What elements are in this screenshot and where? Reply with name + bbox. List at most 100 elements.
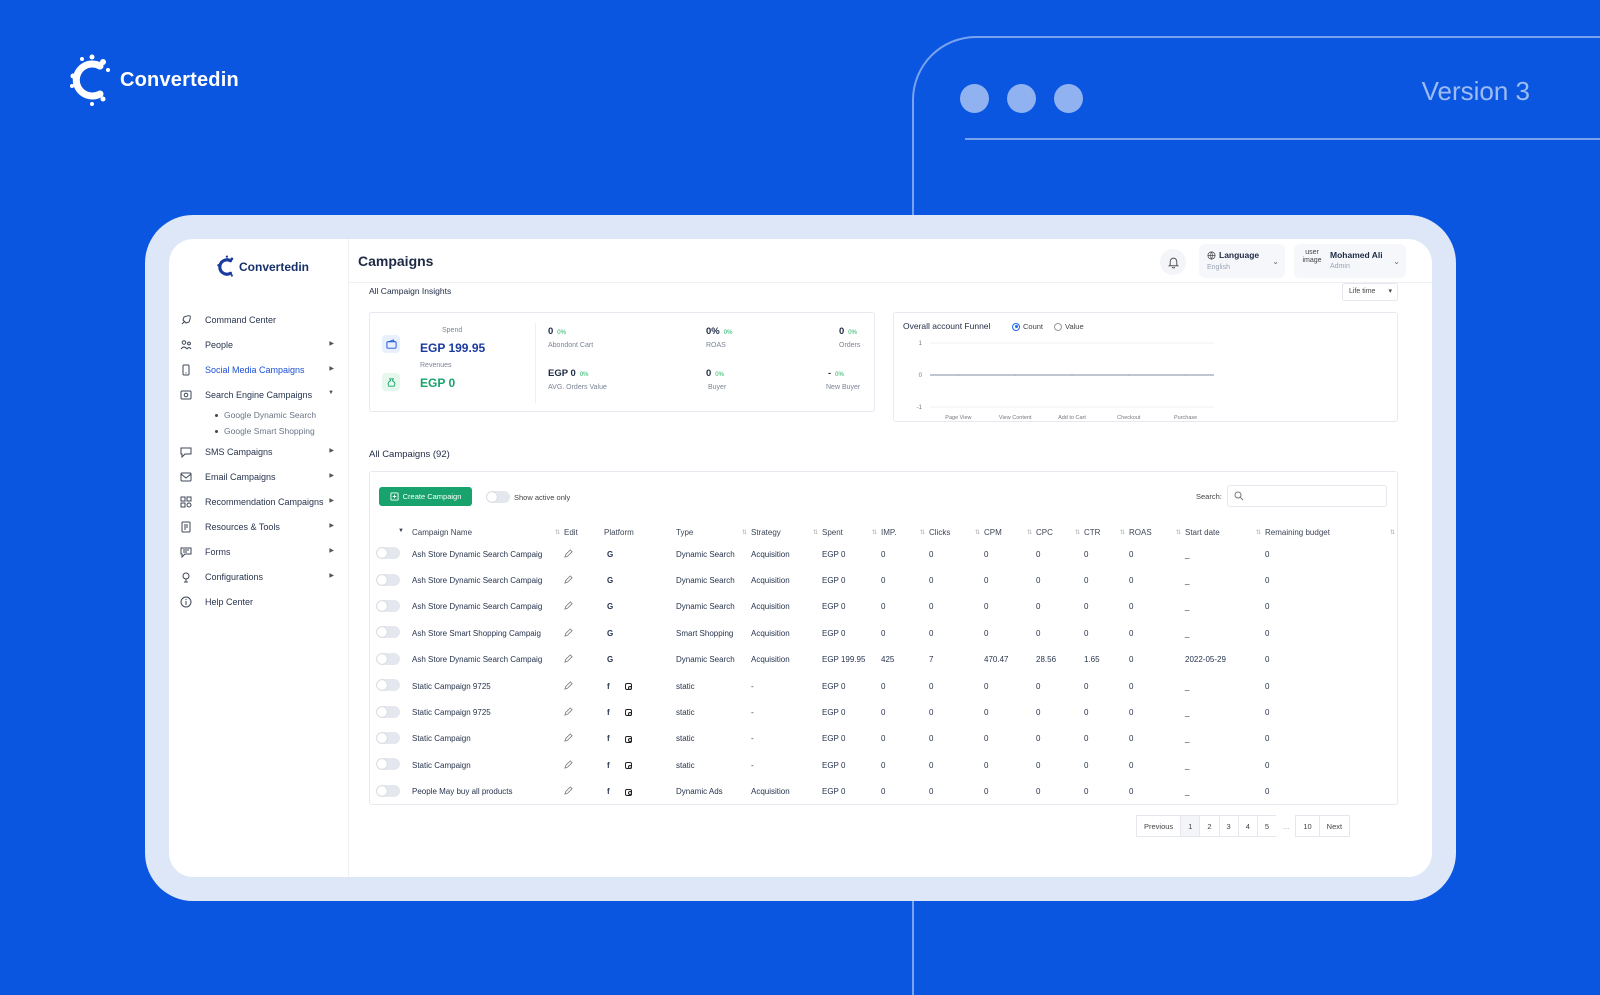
column-header-clicks[interactable]: Clicks: [929, 524, 984, 541]
row-status-toggle[interactable]: [376, 758, 400, 771]
sidebar-item-search-engine-campaigns[interactable]: Search Engine Campaigns ▼: [179, 382, 348, 407]
sidebar-item-recommendation-campaigns[interactable]: Recommendation Campaigns ▶: [179, 489, 348, 514]
sidebar-item-help-center[interactable]: Help Center: [179, 589, 348, 614]
column-header-start-date[interactable]: Start date: [1185, 524, 1265, 541]
instagram-icon: [625, 788, 632, 796]
column-header-campaign-name[interactable]: Campaign Name: [412, 524, 564, 541]
pagination-page-1[interactable]: 1: [1180, 815, 1201, 837]
pencil-icon[interactable]: [564, 760, 573, 769]
table-row[interactable]: Static Campaign 9725 f static - EGP 0 0 0 0 0 0 0 _…: [370, 673, 1399, 699]
pagination-page-5[interactable]: 5: [1256, 815, 1278, 837]
column-header-imp[interactable]: IMP.: [881, 524, 929, 541]
pencil-icon[interactable]: [564, 628, 573, 637]
column-header-cpc[interactable]: CPC: [1036, 524, 1084, 541]
row-status-toggle[interactable]: [376, 626, 400, 639]
cell-name: Static Campaign: [412, 734, 471, 744]
sidebar-item-email-campaigns[interactable]: Email Campaigns ▶: [179, 464, 348, 489]
pencil-icon[interactable]: [564, 707, 573, 716]
sidebar-item-command-center[interactable]: Command Center: [179, 307, 348, 332]
cell-imp: 0: [881, 708, 886, 718]
toggle-switch[interactable]: [486, 491, 510, 503]
column-header-remaining-budget[interactable]: Remaining budget: [1265, 524, 1399, 541]
sidebar-item-social-media-campaigns[interactable]: Social Media Campaigns ▶: [179, 357, 348, 382]
search-input[interactable]: [1227, 485, 1387, 507]
column-header-roas[interactable]: ROAS: [1129, 524, 1185, 541]
table-row[interactable]: Static Campaign f static - EGP 0 0 0 0 0 0 0 _ 0: [370, 726, 1399, 752]
cell-ctr: 0: [1084, 549, 1089, 559]
row-status-toggle[interactable]: [376, 573, 400, 586]
pagination-previous[interactable]: Previous: [1136, 815, 1182, 837]
language-selector[interactable]: Language English ⌄: [1199, 244, 1285, 278]
radio-value[interactable]: Value: [1054, 322, 1084, 331]
row-status-toggle[interactable]: [376, 547, 400, 560]
cell-ctr: 0: [1084, 681, 1089, 691]
pagination: Previous 1 2 3 4 5 ... 10 Next: [1136, 815, 1351, 837]
pencil-icon[interactable]: [564, 786, 573, 795]
row-status-toggle[interactable]: [376, 652, 400, 665]
cell-strategy: Acquisition: [751, 549, 790, 559]
cell-ctr: 0: [1084, 602, 1089, 612]
column-header-cpm[interactable]: CPM: [984, 524, 1036, 541]
pencil-icon[interactable]: [564, 654, 573, 663]
sidebar-item-label: Help Center: [205, 596, 254, 607]
table-row[interactable]: Ash Store Dynamic Search Campaig G Dynamic…: [370, 647, 1399, 673]
pencil-icon[interactable]: [564, 680, 573, 690]
pagination-page-4[interactable]: 4: [1237, 815, 1258, 837]
pencil-icon[interactable]: [564, 601, 573, 611]
sidebar-item-resources-tools[interactable]: Resources & Tools ▶: [179, 514, 348, 539]
cell-roas: 0: [1129, 787, 1134, 797]
row-status-toggle-cell: [370, 699, 412, 725]
cell-spent: EGP 0: [822, 628, 846, 638]
show-active-toggle[interactable]: Show active only: [486, 491, 570, 503]
sidebar: Convertedin Command Center People ▶ Soci…: [169, 239, 349, 877]
pagination-page-last[interactable]: 10: [1295, 815, 1320, 837]
table-row[interactable]: Ash Store Dynamic Search Campaig G Dynamic…: [370, 541, 1399, 567]
sidebar-item-configurations[interactable]: Configurations ▶: [179, 564, 348, 589]
sidebar-subitem-google-smart-shopping[interactable]: Google Smart Shopping: [215, 423, 348, 439]
row-status-toggle[interactable]: [376, 731, 400, 744]
sidebar-item-people[interactable]: People ▶: [179, 332, 348, 357]
create-campaign-button[interactable]: Create Campaign: [379, 487, 472, 506]
row-status-toggle[interactable]: [376, 784, 400, 797]
cell-strategy: Acquisition: [751, 628, 790, 638]
convertedin-logo-icon: [70, 54, 110, 106]
table-row[interactable]: Static Campaign 9725 f static - EGP 0 0 0 0 0 0 0 _…: [370, 699, 1399, 725]
sidebar-subitem-google-dynamic-search[interactable]: Google Dynamic Search: [215, 407, 348, 423]
chevron-right-icon: ▶: [329, 573, 334, 579]
row-status-toggle[interactable]: [376, 679, 400, 692]
sidebar-logo[interactable]: Convertedin: [169, 249, 348, 285]
funnel-chart: 1 0 -1 Page View View Content Add to Cart Chec…: [917, 341, 1214, 421]
table-row[interactable]: People May buy all products f Dynamic Ads A…: [370, 779, 1399, 805]
cell-name: Static Campaign: [412, 760, 471, 770]
money-bag-icon: [382, 373, 400, 391]
sidebar-item-label: Search Engine Campaigns: [205, 389, 313, 400]
column-header-select[interactable]: ▼: [370, 524, 412, 541]
column-header-strategy[interactable]: Strategy: [751, 524, 822, 541]
radio-count[interactable]: Count: [1012, 322, 1043, 331]
pagination-page-3[interactable]: 3: [1218, 815, 1239, 837]
column-header-ctr[interactable]: CTR: [1084, 524, 1129, 541]
funnel-y-tick: 1: [919, 341, 923, 347]
pagination-page-2[interactable]: 2: [1199, 815, 1220, 837]
cell-type: Smart Shopping: [676, 628, 734, 638]
cell-start: _: [1185, 628, 1190, 638]
table-row[interactable]: Ash Store Dynamic Search Campaig G Dynamic…: [370, 594, 1399, 620]
period-select[interactable]: Life time: [1342, 283, 1398, 301]
pagination-next[interactable]: Next: [1318, 815, 1351, 837]
column-header-spent[interactable]: Spent: [822, 524, 881, 541]
sidebar-item-sms-campaigns[interactable]: SMS Campaigns ▶: [179, 439, 348, 464]
table-row[interactable]: Ash Store Dynamic Search Campaig G Dynamic…: [370, 567, 1399, 593]
user-menu[interactable]: user image Mohamed Ali Admin ⌄: [1294, 244, 1406, 278]
pencil-icon[interactable]: [564, 575, 573, 584]
row-status-toggle[interactable]: [376, 599, 400, 612]
column-header-type[interactable]: Type: [676, 524, 751, 541]
campaigns-card: Create Campaign Show active only Search:…: [369, 471, 1398, 805]
sidebar-item-forms[interactable]: Forms ▶: [179, 539, 348, 564]
row-status-toggle[interactable]: [376, 705, 400, 718]
campaigns-table-body: Ash Store Dynamic Search Campaig G Dynamic…: [370, 541, 1399, 805]
table-row[interactable]: Static Campaign f static - EGP 0 0 0 0 0 0 0 _ 0: [370, 752, 1399, 778]
table-row[interactable]: Ash Store Smart Shopping Campaig G Smart S…: [370, 620, 1399, 646]
notifications-button[interactable]: [1160, 249, 1186, 275]
pencil-icon[interactable]: [564, 733, 573, 743]
pencil-icon[interactable]: [564, 549, 573, 558]
